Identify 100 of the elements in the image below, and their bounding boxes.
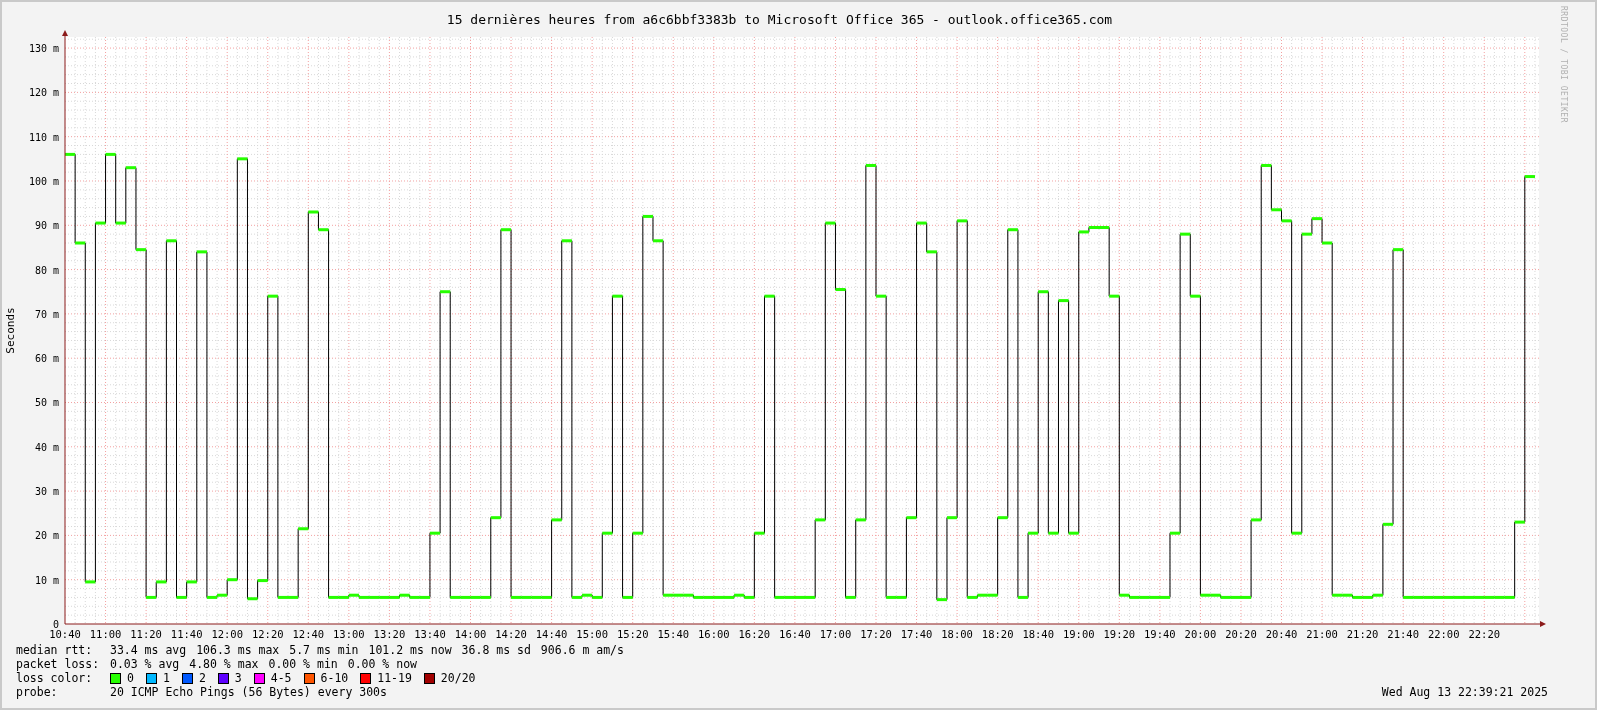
loss-marker (865, 164, 876, 167)
loss-marker (1028, 531, 1039, 535)
loss-marker (75, 241, 86, 245)
x-tick-label: 15:20 (616, 628, 649, 640)
loss-marker (125, 166, 136, 170)
credit-text: RRDTOOL / TOBI OETIKER (1559, 6, 1568, 123)
loss-marker (1261, 164, 1272, 167)
x-tick-label: 12:00 (211, 628, 243, 640)
stat-value: 4.80 % max (189, 657, 259, 671)
loss-marker (815, 518, 826, 522)
loss-marker (176, 595, 187, 599)
stat-value: 5.7 ms min (289, 643, 359, 657)
loss-marker (318, 228, 329, 232)
chart-title: 15 dernières heures from a6c6bbf3383b to Microsoft Office 365 - outlook.office365.com (445, 11, 1114, 29)
swatch-label: 4-5 (270, 671, 292, 685)
y-tick-label: 50 m (34, 397, 59, 409)
loss-marker (308, 210, 319, 214)
y-tick-label: 60 m (34, 353, 59, 365)
x-tick-label: 18:40 (1022, 628, 1054, 640)
loss-marker (156, 580, 167, 584)
y-tick-label: 110 m (28, 131, 59, 143)
loss-marker (622, 595, 633, 599)
loss-marker (916, 221, 927, 225)
x-tick-label: 17:00 (819, 628, 852, 640)
stat-value: 36.8 ms sd (461, 643, 531, 657)
stat-value: 101.2 ms now (368, 643, 452, 657)
loss-marker (1068, 531, 1079, 535)
swatch-label: 0 (127, 671, 134, 685)
x-tick-label: 10:40 (49, 628, 81, 640)
loss-marker (906, 516, 917, 520)
stat-value: 106.3 ms max (196, 643, 280, 657)
loss-marker (1291, 531, 1302, 535)
x-tick-label: 19:00 (1062, 628, 1095, 640)
loss-marker (135, 248, 147, 252)
stat-value: 0.00 % now (347, 657, 417, 671)
loss-marker (561, 239, 572, 243)
x-tick-label: 20:00 (1184, 628, 1217, 640)
loss-marker (65, 152, 76, 156)
loss-marker (257, 579, 268, 583)
legend-label: probe: (16, 685, 59, 699)
loss-marker (632, 531, 643, 535)
stat-value: 33.4 ms avg (110, 643, 187, 657)
loss-marker (825, 221, 836, 225)
loss-marker (196, 250, 207, 254)
loss-marker (642, 214, 653, 218)
loss-marker (166, 239, 177, 243)
x-tick-label: 16:00 (698, 628, 730, 640)
x-tick-label: 11:20 (130, 628, 162, 640)
loss-marker (1271, 208, 1282, 212)
x-tick-label: 15:40 (657, 628, 690, 640)
x-tick-label: 17:40 (900, 628, 933, 640)
legend-label: median rtt: (16, 643, 94, 657)
stat-value: 0.00 % min (268, 657, 338, 671)
loss-marker (1514, 520, 1525, 524)
loss-marker (1180, 232, 1191, 236)
x-tick-label: 16:40 (779, 628, 811, 640)
loss-marker (440, 290, 451, 294)
legend-label: packet loss: (16, 657, 101, 671)
y-tick-label: 20 m (34, 530, 59, 542)
loss-marker (429, 531, 441, 535)
x-tick-label: 21:00 (1306, 628, 1338, 640)
loss-marker (602, 531, 613, 535)
loss-marker (85, 580, 96, 584)
swatch-label: 20/20 (440, 671, 476, 685)
loss-marker (926, 250, 937, 254)
loss-marker (764, 294, 775, 298)
loss-marker (946, 516, 958, 520)
x-tick-label: 12:40 (292, 628, 325, 640)
loss-marker (936, 598, 947, 602)
x-tick-label: 11:00 (89, 628, 122, 640)
loss-marker (855, 518, 866, 522)
loss-marker (653, 239, 664, 243)
swatch-label: 2 (198, 671, 206, 685)
loss-marker (1038, 290, 1049, 294)
x-tick-label: 18:00 (941, 628, 973, 640)
loss-marker (105, 152, 116, 156)
y-tick-label: 100 m (28, 176, 59, 187)
swatch-label: 1 (162, 671, 170, 685)
probe-description: 20 ICMP Echo Pings (56 Bytes) every 300s (110, 685, 387, 699)
loss-marker (1007, 228, 1018, 232)
loss-marker (876, 294, 887, 298)
loss-marker (997, 516, 1008, 520)
loss-marker (1058, 299, 1069, 303)
loss-marker (1048, 531, 1059, 535)
loss-marker (551, 518, 562, 522)
x-tick-label: 14:20 (495, 628, 527, 640)
loss-marker (267, 294, 278, 298)
swatch-label: 11-19 (377, 671, 412, 685)
loss-marker (1393, 248, 1404, 252)
x-tick-label: 17:20 (860, 628, 892, 640)
loss-marker (1281, 219, 1292, 223)
x-tick-label: 12:20 (251, 628, 284, 640)
x-tick-label: 13:00 (333, 628, 365, 640)
y-tick-label: 130 m (28, 43, 59, 55)
loss-marker (1301, 232, 1312, 236)
loss-marker (95, 221, 106, 225)
loss-marker (1170, 531, 1181, 535)
y-tick-label: 90 m (34, 220, 59, 232)
loss-marker (612, 294, 623, 298)
y-tick-label: 80 m (34, 264, 59, 276)
